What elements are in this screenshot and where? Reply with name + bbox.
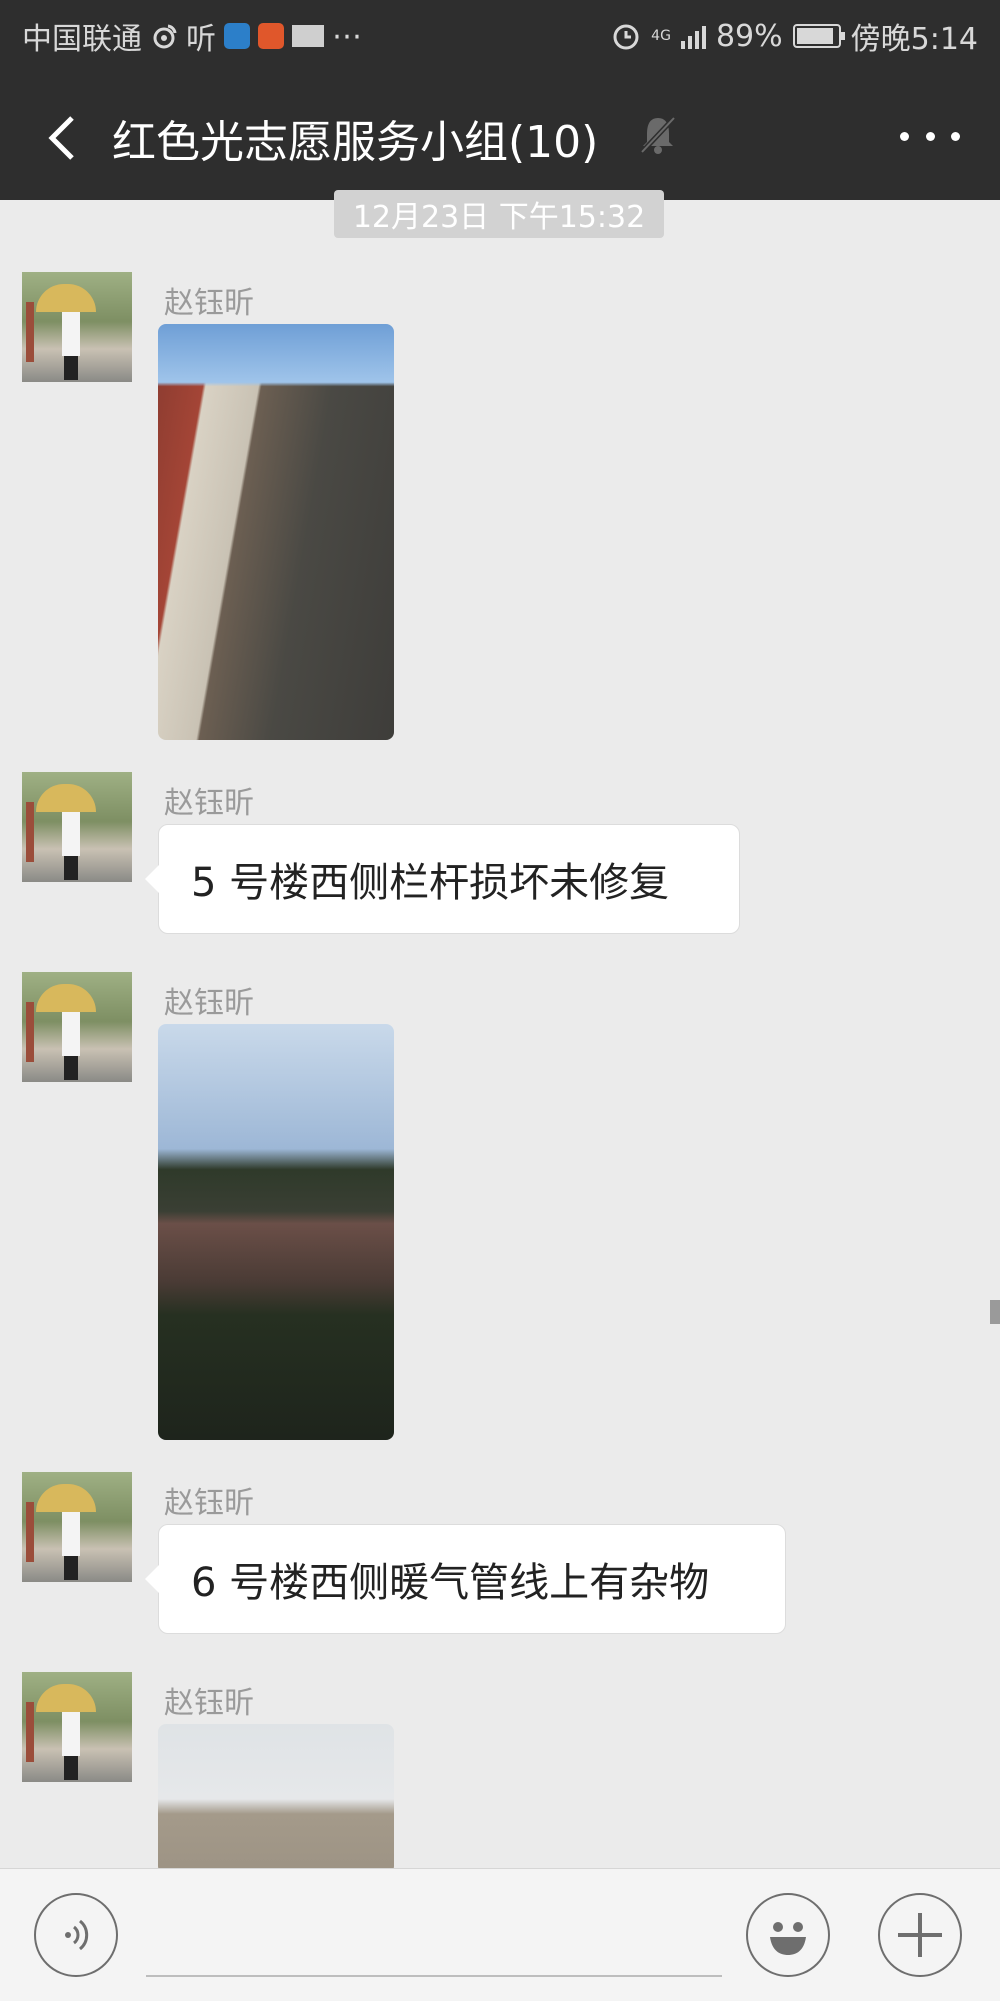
- weibo-icon: [153, 24, 177, 49]
- scrollbar-thumb[interactable]: [990, 1300, 1000, 1324]
- chat-header: 红色光志愿服务小组(10): [0, 68, 1000, 200]
- avatar[interactable]: [22, 1472, 132, 1582]
- image-message[interactable]: [158, 1024, 394, 1440]
- mail-icon: [292, 25, 324, 47]
- image-message[interactable]: [158, 1724, 394, 1874]
- avatar[interactable]: [22, 772, 132, 882]
- battery-fill: [796, 28, 833, 44]
- clock: 傍晚5:14: [850, 22, 978, 57]
- network-type-label: 4G: [651, 28, 671, 44]
- voice-button[interactable]: [34, 1893, 118, 1977]
- voice-icon: [65, 1919, 89, 1951]
- alarm-icon: [613, 24, 639, 50]
- shield-icon: [224, 23, 250, 49]
- plus-icon: [898, 1913, 942, 1957]
- image-message[interactable]: [158, 324, 394, 740]
- more-icon[interactable]: [900, 116, 960, 156]
- sender-name: 赵钰昕: [164, 1686, 254, 1721]
- sender-name: 赵钰昕: [164, 786, 254, 821]
- sender-name: 赵钰昕: [164, 1486, 254, 1521]
- chat-title: 红色光志愿服务小组(10): [112, 117, 599, 168]
- avatar[interactable]: [22, 272, 132, 382]
- input-bar: [0, 1868, 1000, 2001]
- text-message-bubble[interactable]: 6 号楼西侧暖气管线上有杂物: [145, 1524, 786, 1634]
- text-message-bubble[interactable]: 5 号楼西侧栏杆损坏未修复: [145, 824, 740, 934]
- message-timestamp: 12月23日 下午15:32: [334, 190, 664, 238]
- sender-name: 赵钰昕: [164, 286, 254, 321]
- listen-app-label: 听: [186, 22, 216, 57]
- emoji-icon: [770, 1922, 806, 1955]
- back-arrow-icon[interactable]: [34, 108, 94, 168]
- message-input[interactable]: [146, 1975, 722, 1977]
- more-functions-button[interactable]: [878, 1893, 962, 1977]
- avatar[interactable]: [22, 972, 132, 1082]
- sender-name: 赵钰昕: [164, 986, 254, 1021]
- more-dots-icon: ⋯: [332, 18, 362, 54]
- emoji-button[interactable]: [746, 1893, 830, 1977]
- status-bar: 中国联通 听 ⋯ 4G 89% 傍晚5:14: [0, 0, 1000, 68]
- signal-icon: [680, 23, 706, 49]
- carrier-label: 中国联通: [22, 22, 142, 57]
- battery-percent: 89%: [715, 18, 783, 54]
- mute-bell-icon: [640, 116, 676, 154]
- video-icon: [258, 23, 284, 49]
- battery-icon: [792, 24, 845, 48]
- avatar[interactable]: [22, 1672, 132, 1782]
